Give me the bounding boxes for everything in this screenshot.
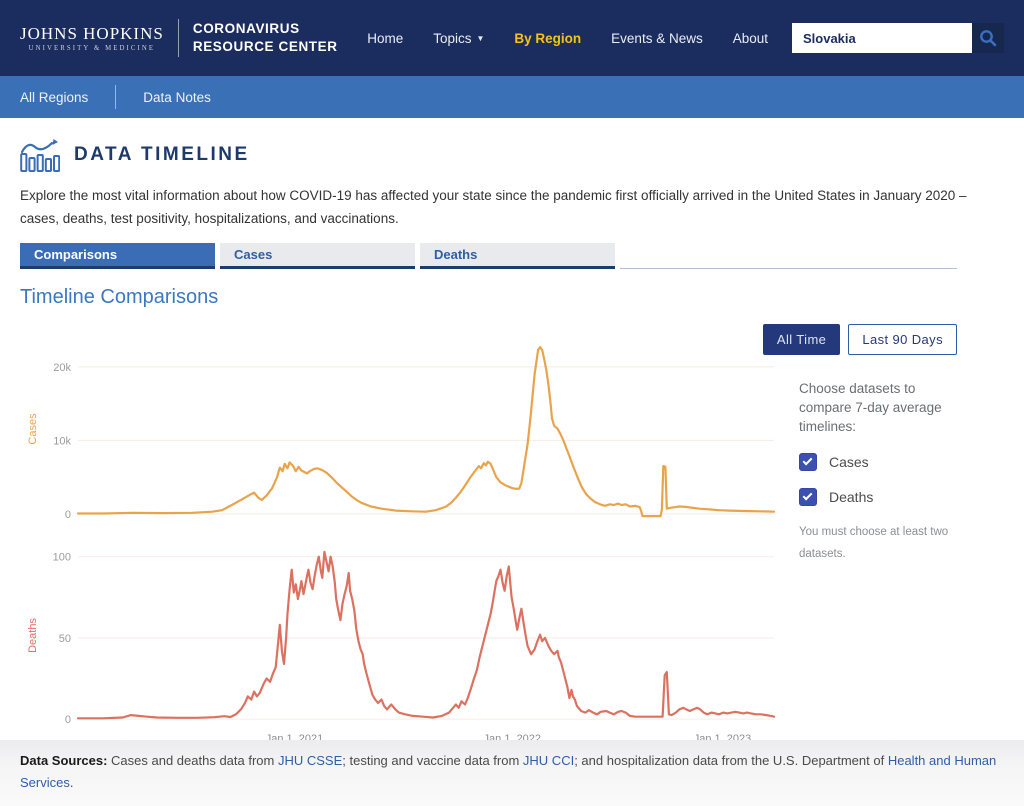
jhu-logo-subtitle: UNIVERSITY & MEDICINE [28,44,156,52]
data-timeline-icon [20,139,60,172]
data-sources-line: Data Sources: Cases and deaths data from… [20,750,1004,794]
deaths-checkbox-label: Deaths [829,489,874,506]
data-sources-text: Cases and deaths data from JHU CSSE; tes… [20,753,996,790]
cases-chart[interactable]: 0 10k 20k Cases [20,333,777,529]
tab-comparisons[interactable]: Comparisons [20,242,215,269]
search-button[interactable] [972,23,1004,53]
svg-text:10k: 10k [53,435,71,447]
nav-item-home[interactable]: Home [367,31,403,46]
main-content: DATA TIMELINE Explore the most vital inf… [0,138,1024,751]
jhu-logo[interactable]: JOHNS HOPKINS UNIVERSITY & MEDICINE [20,25,164,52]
nav-item-about[interactable]: About [733,31,768,46]
search-input[interactable] [792,23,972,53]
footer-text-segment: ; testing and vaccine data from [342,753,523,768]
cases-checkbox-row[interactable]: Cases [799,453,957,472]
time-range-toggle: All Time Last 90 Days [762,323,957,355]
chevron-down-icon: ▼ [476,33,485,43]
svg-text:50: 50 [59,633,71,645]
nav-item-topics[interactable]: Topics ▼ [433,31,484,46]
search-box [792,23,1004,53]
nav-item-by-region[interactable]: By Region [514,31,581,46]
svg-text:0: 0 [65,509,71,521]
data-sources-footer: Data Sources: Cases and deaths data from… [0,740,1024,806]
charts-column: 0 10k 20k Cases 0 50 100 Jan 1, 2021 Jan 1, 202… [20,311,777,751]
footer-text-segment: . [69,775,74,790]
nav-item-topics-label: Topics [433,30,472,46]
deaths-checkbox-row[interactable]: Deaths [799,488,957,507]
subnav-item-all-regions[interactable]: All Regions [20,90,88,105]
tab-bar: Comparisons Cases Deaths [20,242,957,269]
deaths-checkbox[interactable] [799,488,817,507]
svg-text:20k: 20k [53,362,71,374]
dataset-note: You must choose at least two datasets. [799,526,949,560]
svg-text:Cases: Cases [27,413,39,445]
cases-checkbox[interactable] [799,453,817,472]
footer-link[interactable]: JHU CSSE [278,753,342,768]
site-brand[interactable]: CORONAVIRUS RESOURCE CENTER [193,20,338,55]
page-title: DATA TIMELINE [74,144,250,165]
footer-text-segment: ; and hospitalization data from the U.S.… [574,753,888,768]
jhu-logo-name: JOHNS HOPKINS [20,23,164,43]
checkmark-icon [802,490,813,501]
region-subnav: All Regions Data Notes [0,76,1024,118]
logo-divider [177,19,179,57]
tab-cases[interactable]: Cases [220,242,415,269]
brand-line-1: CORONAVIRUS [192,21,300,37]
footer-text-segment: Cases and deaths data from [107,753,278,768]
logo-group: JOHNS HOPKINS UNIVERSITY & MEDICINE CORO… [20,19,338,57]
search-icon [980,30,997,47]
deaths-chart[interactable]: 050100Jan 1, 2021 Jan 1, 2022 Jan 1, 2023D… [20,541,777,751]
site-header: JOHNS HOPKINS UNIVERSITY & MEDICINE CORO… [0,0,1024,76]
tab-deaths[interactable]: Deaths [420,242,615,269]
main-nav: Home Topics ▼ By Region Events & News Abo… [367,31,768,46]
comparison-content: 0 10k 20k Cases 0 50 100 Jan 1, 2021 Jan 1, 202… [20,311,957,751]
subnav-item-data-notes[interactable]: Data Notes [143,90,211,105]
page-description: Explore the most vital information about… [20,188,967,226]
svg-text:100: 100 [53,552,71,564]
page: JOHNS HOPKINS UNIVERSITY & MEDICINE CORO… [0,0,1024,806]
svg-text:0: 0 [65,714,71,726]
data-sources-label: Data Sources: [20,753,108,768]
svg-text:Deaths: Deaths [27,617,39,652]
checkmark-icon [802,455,813,466]
dataset-prompt: Choose datasets to compare 7-day average… [799,380,942,435]
tab-bar-rule [620,267,957,269]
controls-column: All Time Last 90 Days Choose datasets to… [762,311,957,751]
cases-checkbox-label: Cases [829,454,869,471]
footer-link[interactable]: JHU CCI [523,753,574,768]
section-heading: Timeline Comparisons [20,285,219,308]
brand-line-2: RESOURCE CENTER [192,39,338,54]
dataset-selector: Choose datasets to compare 7-day average… [777,379,957,565]
nav-item-events-news[interactable]: Events & News [611,31,703,46]
all-time-button[interactable]: All Time [762,323,841,355]
subnav-divider [115,85,117,109]
last-90-days-button[interactable]: Last 90 Days [848,323,957,355]
section-header: DATA TIMELINE [20,138,1004,172]
